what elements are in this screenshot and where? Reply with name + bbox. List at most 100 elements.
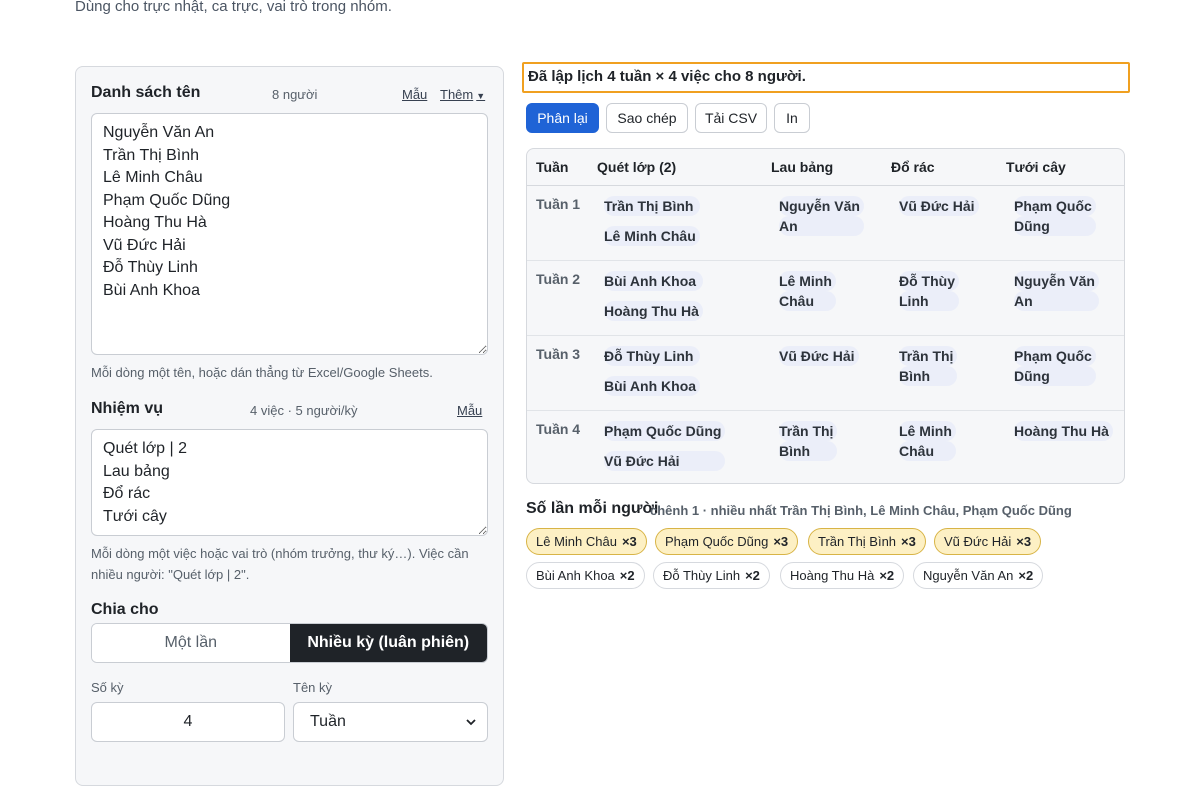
table-row: Tuần 1 Trần Thị Bình Lê Minh Châu Nguyễn… [527, 186, 1124, 261]
caret-down-icon: ▼ [476, 91, 486, 101]
assignee-name: Bùi Anh Khoa [604, 376, 701, 396]
assignee-name: Nguyễn Văn [779, 196, 864, 216]
table-row: Tuần 2 Bùi Anh Khoa Hoàng Thu Hà Lê Minh… [527, 261, 1124, 336]
chip-name: Đỗ Thùy Linh [663, 568, 741, 583]
chip-name: Bùi Anh Khoa [536, 568, 615, 583]
period-count-input[interactable] [91, 702, 285, 742]
assignee-name: Nguyễn Văn [1014, 271, 1099, 291]
tasks-count: 4 việc · 5 người/kỳ [250, 403, 358, 418]
schedule-cell: Lê Minh Châu [779, 271, 836, 311]
assignee-name: Trần Thị Bình [604, 196, 700, 216]
chip-name: Trần Thị Bình [818, 534, 897, 549]
tasks-sample-link[interactable]: Mẫu [457, 403, 482, 418]
schedule-cell: Nguyễn Văn An [779, 196, 864, 236]
assignee-name: Hoàng Thu Hà [1014, 421, 1113, 441]
chip-count: ×3 [1016, 534, 1032, 549]
schedule-cell: Bùi Anh Khoa Hoàng Thu Hà [604, 271, 703, 321]
names-header: Danh sách tên 8 người Mẫu Thêm ▼ [91, 84, 485, 106]
reassign-button[interactable]: Phân lại [526, 103, 599, 133]
split-multi-option[interactable]: Nhiều kỳ (luân phiên) [289, 624, 487, 662]
count-chip: Đỗ Thùy Linh ×2 [653, 562, 770, 589]
period-name-select[interactable]: Tuần [293, 702, 488, 742]
column-header: Đổ rác [891, 159, 935, 175]
assignee-name: An [1014, 291, 1099, 311]
assignee-name: Lê Minh Châu [604, 226, 700, 246]
schedule-table: Tuần Quét lớp (2) Lau bảng Đổ rác Tưới c… [526, 148, 1125, 484]
schedule-cell: Hoàng Thu Hà [1014, 421, 1113, 441]
assignee-name: Dũng [1014, 216, 1096, 236]
chip-name: Phạm Quốc Dũng [665, 534, 769, 549]
names-more-link[interactable]: Thêm ▼ [440, 87, 485, 102]
names-sample-link[interactable]: Mẫu [402, 87, 427, 102]
assignee-name: Hoàng Thu Hà [604, 301, 703, 321]
count-chip: Hoàng Thu Hà ×2 [780, 562, 905, 589]
period-name-label: Tên kỳ [293, 680, 333, 695]
download-csv-button[interactable]: Tải CSV [695, 103, 767, 133]
assignee-name: Phạm Quốc Dũng [604, 421, 726, 441]
names-hint: Mỗi dòng một tên, hoặc dán thẳng từ Exce… [91, 365, 433, 380]
print-button[interactable]: In [774, 103, 810, 133]
assignee-name: Linh [899, 291, 959, 311]
row-label: Tuần 4 [536, 421, 581, 437]
assignee-name: Vũ Đức Hải [604, 451, 726, 471]
table-row: Tuần 3 Đỗ Thùy Linh Bùi Anh Khoa Vũ Đức … [527, 336, 1124, 411]
assignee-name: Bình [899, 366, 958, 386]
schedule-cell: Vũ Đức Hải [779, 346, 859, 366]
row-label: Tuần 3 [536, 346, 581, 362]
copy-button[interactable]: Sao chép [606, 103, 688, 133]
chip-count: ×3 [773, 534, 789, 549]
schedule-cell: Phạm Quốc Dũng [1014, 346, 1096, 386]
assignee-name: Phạm Quốc [1014, 346, 1096, 366]
schedule-cell: Lê Minh Châu [899, 421, 956, 461]
assignee-name: Châu [779, 291, 836, 311]
row-label: Tuần 2 [536, 271, 581, 287]
chip-name: Nguyễn Văn An [923, 568, 1014, 583]
chip-count: ×2 [879, 568, 895, 583]
schedule-cell: Đỗ Thùy Linh [899, 271, 959, 311]
chip-name: Lê Minh Châu [536, 534, 617, 549]
schedule-cell: Đỗ Thùy Linh Bùi Anh Khoa [604, 346, 701, 396]
count-chip: Nguyễn Văn An ×2 [913, 562, 1044, 589]
chip-name: Vũ Đức Hải [944, 534, 1012, 549]
assignee-name: Dũng [1014, 366, 1096, 386]
chip-count: ×3 [621, 534, 637, 549]
assignee-name: Đỗ Thùy Linh [604, 346, 701, 366]
schedule-cell: Trần Thị Bình [899, 346, 958, 386]
count-chip: Lê Minh Châu ×3 [526, 528, 647, 555]
assignee-name: Vũ Đức Hải [899, 196, 979, 216]
count-chip: Vũ Đức Hải ×3 [934, 528, 1042, 555]
chevron-down-icon [466, 719, 476, 726]
names-count: 8 người [272, 87, 318, 102]
status-message: Đã lập lịch 4 tuần × 4 việc cho 8 người. [522, 62, 1130, 93]
chip-count: ×2 [1018, 568, 1034, 583]
schedule-cell: Phạm Quốc Dũng [1014, 196, 1096, 236]
count-chip: Bùi Anh Khoa ×2 [526, 562, 645, 589]
names-textarea[interactable] [91, 113, 488, 355]
column-header: Quét lớp (2) [597, 159, 677, 175]
schedule-cell: Vũ Đức Hải [899, 196, 979, 216]
split-once-option[interactable]: Một lần [92, 624, 290, 662]
assignee-name: Lê Minh [779, 271, 836, 291]
chip-name: Hoàng Thu Hà [790, 568, 875, 583]
tasks-textarea[interactable] [91, 429, 488, 536]
assignee-name: Lê Minh [899, 421, 956, 441]
tasks-hint: Mỗi dòng một việc hoặc vai trò (nhóm trư… [91, 546, 469, 582]
schedule-cell: Trần Thị Bình Lê Minh Châu [604, 196, 700, 246]
assignee-name: Trần Thị [779, 421, 838, 441]
schedule-cell: Phạm Quốc Dũng Vũ Đức Hải [604, 421, 726, 471]
count-chip: Phạm Quốc Dũng ×3 [655, 528, 799, 555]
names-more-label: Thêm [440, 87, 474, 102]
split-mode-toggle: Một lần Nhiều kỳ (luân phiên) [91, 623, 488, 663]
names-title: Danh sách tên [91, 84, 201, 101]
split-title: Chia cho [91, 601, 159, 618]
chip-count: ×2 [745, 568, 760, 583]
count-chip: Trần Thị Bình ×3 [808, 528, 926, 555]
assignee-name: Trần Thị [899, 346, 958, 366]
page-subtitle: Dùng cho trực nhật, ca trực, vai trò tro… [75, 0, 392, 15]
counts-summary: chênh 1 · nhiều nhất Trần Thị Bình, Lê M… [650, 503, 1072, 518]
column-header: Tưới cây [1006, 159, 1066, 175]
counts-title: Số lần mỗi người [526, 500, 659, 517]
assignee-name: Bình [779, 441, 838, 461]
tasks-header: Nhiệm vụ 4 việc · 5 người/kỳ Mẫu [91, 400, 485, 422]
tasks-title: Nhiệm vụ [91, 400, 164, 417]
